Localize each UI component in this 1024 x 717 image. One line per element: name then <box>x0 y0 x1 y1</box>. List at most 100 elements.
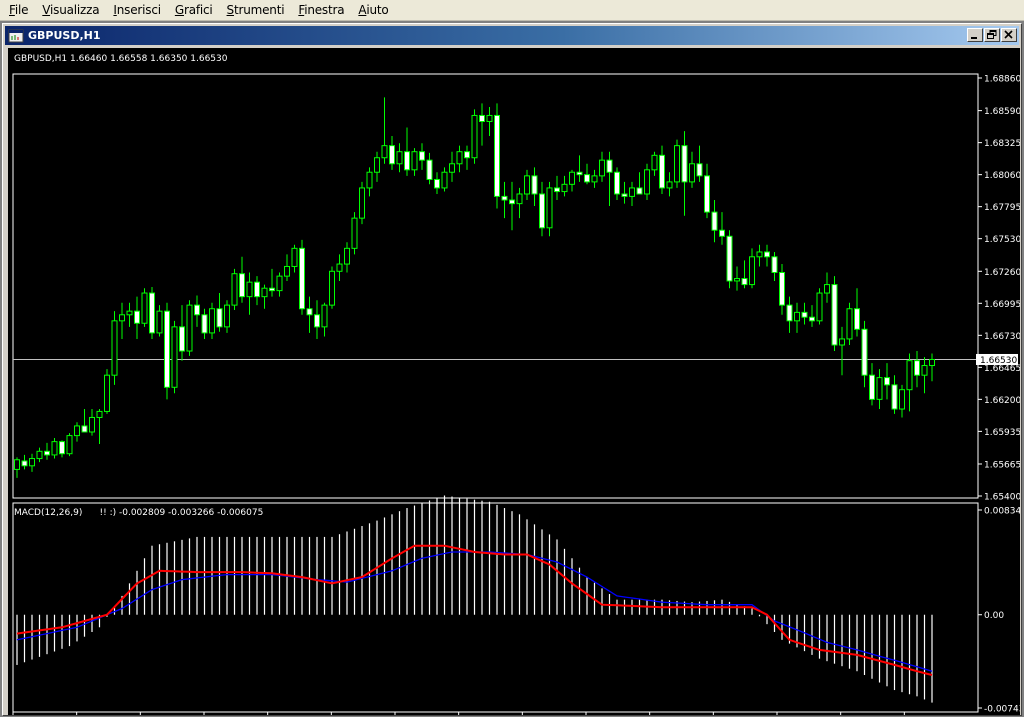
candle-body <box>921 365 928 376</box>
candle <box>674 139 680 188</box>
candle <box>561 175 568 197</box>
candle-body <box>216 308 223 328</box>
candle <box>779 264 785 315</box>
menu-file[interactable]: File <box>2 0 35 21</box>
candle-body <box>299 247 305 310</box>
candle-body <box>554 187 560 193</box>
chart-window-titlebar[interactable]: GBPUSD,H1 <box>5 26 1019 45</box>
candle <box>164 302 170 400</box>
price-tick-label: 1.65665 <box>984 460 1020 470</box>
candle <box>689 151 695 188</box>
menu-tools[interactable]: Strumenti <box>220 0 292 21</box>
candle <box>831 276 838 352</box>
candle <box>246 272 253 315</box>
candle <box>276 272 283 297</box>
candle-body <box>276 275 283 292</box>
candle-body <box>381 145 388 159</box>
candle <box>366 167 373 197</box>
minimize-button[interactable] <box>967 28 983 42</box>
candle-body <box>734 278 740 282</box>
candle-body <box>584 174 590 183</box>
candle <box>74 422 80 442</box>
menu-charts[interactable]: Grafici <box>168 0 220 21</box>
menu-window[interactable]: Finestra <box>291 0 351 21</box>
candle-body <box>906 360 913 391</box>
candle-body <box>434 178 440 189</box>
chart-canvas[interactable]: 1.68860 1.68590 1.68325 1.68060 1.67795 1.675… <box>8 48 1020 715</box>
candle-body <box>306 308 313 316</box>
candle <box>141 288 148 327</box>
candle-body <box>74 425 80 437</box>
candle-body <box>771 256 778 274</box>
price-tick-label: 1.65400 <box>984 493 1020 503</box>
candle <box>749 248 755 289</box>
candle <box>914 351 920 388</box>
candle <box>389 135 395 170</box>
candle <box>801 302 808 325</box>
close-button[interactable] <box>1001 28 1017 42</box>
candle-body <box>666 181 673 189</box>
price-tick-label: 1.65935 <box>984 428 1020 438</box>
candle-body <box>201 314 208 334</box>
macd-tick-label: 0.008344 <box>984 507 1020 517</box>
candle <box>119 302 125 339</box>
candle <box>854 288 860 337</box>
candle-body <box>239 273 245 298</box>
price-axis: 1.68860 1.68590 1.68325 1.68060 1.67795 1.675… <box>978 75 1020 503</box>
price-panel-label: GBPUSD,H1 1.66460 1.66558 1.66350 1.6653… <box>14 54 228 64</box>
candle <box>404 127 410 176</box>
candle <box>441 167 448 192</box>
candle-body <box>224 304 230 328</box>
candle <box>584 163 590 185</box>
candle <box>284 254 290 281</box>
candle-body <box>516 193 523 205</box>
price-tick-label: 1.68325 <box>984 139 1020 149</box>
macd-tick-label: -0.00743 <box>984 705 1020 715</box>
restore-button[interactable] <box>984 28 1000 42</box>
macd-axis: 0.008344 0.00 -0.00743 <box>978 507 1020 715</box>
candle-body <box>531 175 538 195</box>
mdi-client-area: GBPUSD,H1 1.68860 1.68590 1.68325 1.6806… <box>0 21 1024 717</box>
candle-body <box>456 151 463 165</box>
menu-view[interactable]: Visualizza <box>35 0 106 21</box>
candle-body <box>441 171 448 189</box>
minimize-icon <box>971 37 977 39</box>
candle <box>231 268 238 310</box>
candle-body <box>36 450 43 460</box>
candle <box>756 244 763 267</box>
chart-window[interactable]: GBPUSD,H1 1.68860 1.68590 1.68325 1.6806… <box>2 23 1022 716</box>
candle <box>321 302 328 337</box>
candle <box>81 409 88 433</box>
candle-body <box>696 163 703 177</box>
candle <box>824 272 830 303</box>
candle-body <box>21 460 28 467</box>
chart-svg[interactable]: 1.68860 1.68590 1.68325 1.68060 1.67795 1.675… <box>8 48 1020 715</box>
candle <box>374 151 380 182</box>
window-buttons <box>966 28 1017 42</box>
candle-body <box>929 358 935 367</box>
menu-help[interactable]: Aiuto <box>351 0 395 21</box>
candle-body <box>96 410 103 418</box>
candle-body <box>539 193 545 229</box>
candle-body <box>711 211 718 231</box>
candle-body <box>681 145 688 183</box>
candle-body <box>104 374 110 412</box>
candle <box>734 266 740 291</box>
menu-insert[interactable]: Inserisci <box>106 0 167 21</box>
price-tick-label: 1.68590 <box>984 107 1020 117</box>
candle-body <box>561 183 568 193</box>
candle <box>171 320 178 394</box>
candle <box>224 300 230 333</box>
candle-body <box>614 171 620 195</box>
candle-body <box>599 159 605 177</box>
candle-body <box>366 171 373 189</box>
candle <box>846 302 853 345</box>
price-tick-label: 1.66995 <box>984 300 1020 310</box>
current-price-label: 1.66530 <box>980 356 1017 366</box>
candle-body <box>156 310 163 334</box>
candle <box>269 268 275 297</box>
candle-body <box>194 304 200 316</box>
candle <box>306 296 313 333</box>
candle <box>254 276 260 306</box>
candle-body <box>651 154 658 171</box>
